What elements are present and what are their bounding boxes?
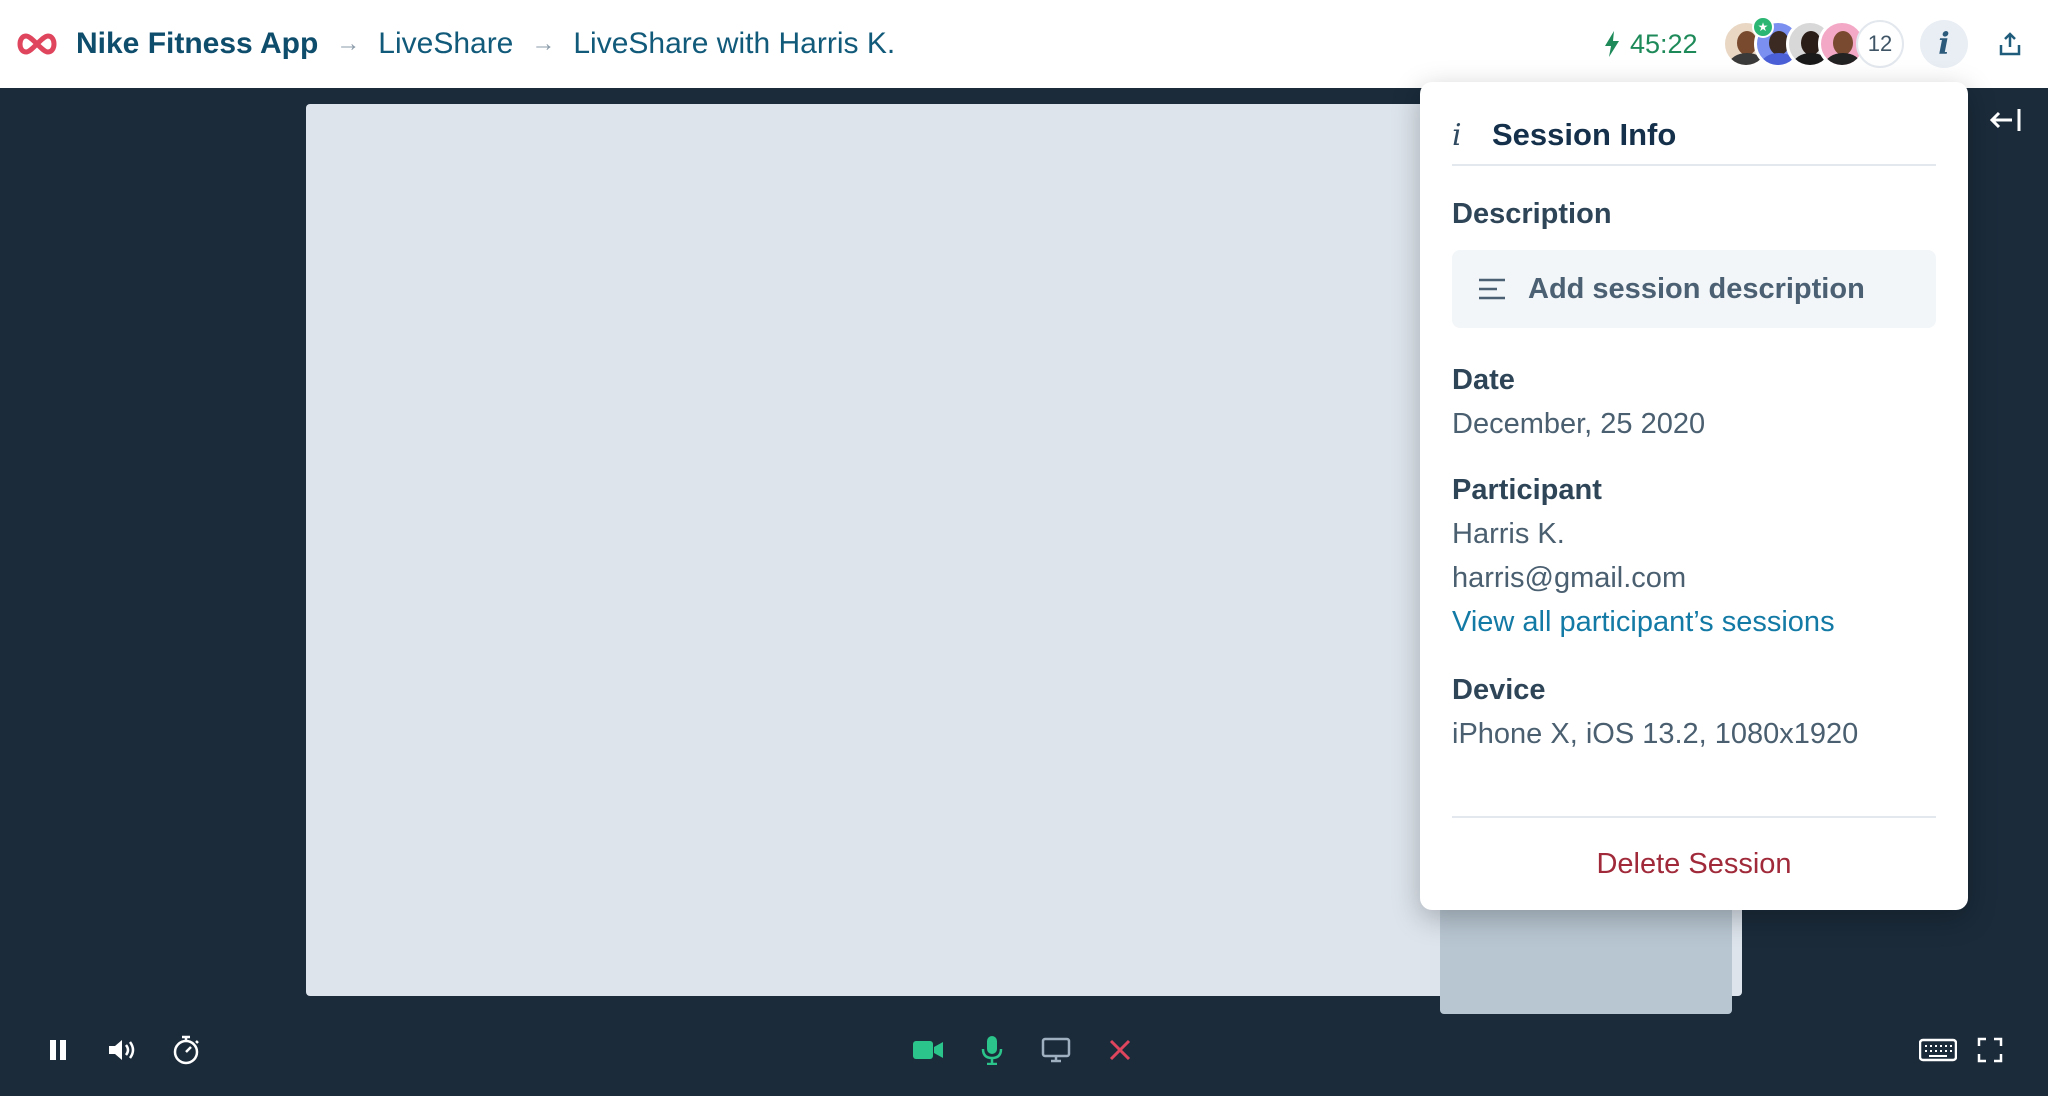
description-label: Description <box>1452 198 1612 230</box>
breadcrumb-current-session: LiveShare with Harris K. <box>573 27 896 60</box>
screen-share-icon[interactable] <box>1036 1030 1076 1070</box>
volume-icon[interactable] <box>102 1030 142 1070</box>
participant-video-tile[interactable] <box>1440 900 1732 1014</box>
stopwatch-icon[interactable] <box>166 1030 206 1070</box>
collapse-panel-icon[interactable] <box>1986 102 2026 138</box>
breadcrumb: Nike Fitness App → LiveShare → LiveShare… <box>76 0 895 88</box>
device-label: Device <box>1452 674 1546 706</box>
info-icon: i <box>1452 117 1462 153</box>
timer-value: 45:22 <box>1630 28 1698 59</box>
delete-session-button[interactable]: Delete Session <box>1452 816 1936 910</box>
session-timer: 45:22 <box>1604 0 1698 88</box>
fullscreen-icon[interactable] <box>1970 1030 2010 1070</box>
panel-title: Session Info <box>1492 117 1677 152</box>
lines-icon <box>1479 278 1505 300</box>
participant-label: Participant <box>1452 474 1602 506</box>
share-icon[interactable] <box>1990 24 2030 64</box>
breadcrumb-separator: → <box>336 30 361 57</box>
view-participant-sessions-link[interactable]: View all participant’s sessions <box>1452 606 1835 639</box>
end-call-close-icon[interactable] <box>1100 1030 1140 1070</box>
host-star-icon: ★ <box>1752 16 1774 38</box>
date-value: December, 25 2020 <box>1452 408 1706 440</box>
add-description-button[interactable]: Add session description <box>1452 250 1936 328</box>
session-info-panel: i Session Info Description Add session d… <box>1420 82 1968 910</box>
participant-email: harris@gmail.com <box>1452 562 1687 594</box>
participant-avatars[interactable] <box>1722 20 1866 68</box>
pause-icon[interactable] <box>38 1030 78 1070</box>
breadcrumb-liveshare[interactable]: LiveShare <box>378 27 513 61</box>
info-icon[interactable]: i <box>1920 20 1968 68</box>
panel-header: i Session Info <box>1452 106 1936 166</box>
bolt-icon <box>1605 31 1619 57</box>
infinity-logo[interactable] <box>14 30 60 58</box>
microphone-icon[interactable] <box>972 1030 1012 1070</box>
video-camera-icon[interactable] <box>908 1030 948 1070</box>
keyboard-icon[interactable] <box>1916 1030 1960 1070</box>
breadcrumb-separator: → <box>531 30 556 57</box>
breadcrumb-app-name[interactable]: Nike Fitness App <box>76 27 318 61</box>
description-placeholder: Add session description <box>1528 272 1865 305</box>
device-value: iPhone X, iOS 13.2, 1080x1920 <box>1452 718 1859 750</box>
participant-count-badge[interactable]: 12 <box>1856 20 1904 68</box>
participant-name: Harris K. <box>1452 518 1565 550</box>
top-bar: Nike Fitness App → LiveShare → LiveShare… <box>0 0 2048 88</box>
date-label: Date <box>1452 364 1515 396</box>
